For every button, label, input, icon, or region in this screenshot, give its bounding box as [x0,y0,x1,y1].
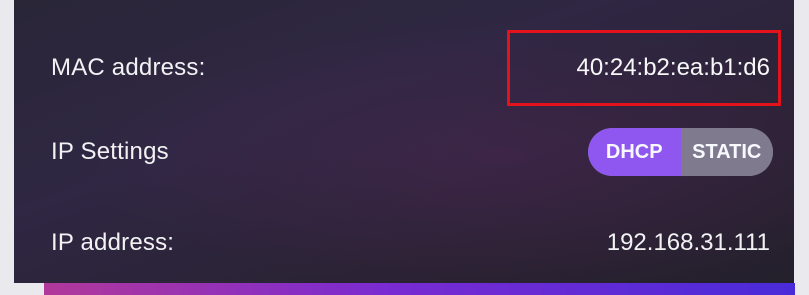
ip-settings-label: IP Settings [51,138,169,165]
mac-address-label: MAC address: [51,54,206,81]
ip-settings-toggle[interactable]: DHCP STATIC [588,128,773,176]
ip-address-label: IP address: [51,229,175,256]
ip-address-row: IP address: 192.168.31.111 [14,213,794,273]
mac-address-value: 40:24:b2:ea:b1:d6 [576,54,770,81]
bottom-accent-bar [44,283,795,295]
ip-address-value: 192.168.31.111 [606,229,770,256]
network-settings-panel: MAC address: 40:24:b2:ea:b1:d6 IP Settin… [14,0,794,283]
ip-settings-row: IP Settings DHCP STATIC [14,122,794,182]
mac-address-row: MAC address: 40:24:b2:ea:b1:d6 [14,30,794,106]
dhcp-option[interactable]: DHCP [588,128,681,176]
static-option[interactable]: STATIC [680,128,773,176]
